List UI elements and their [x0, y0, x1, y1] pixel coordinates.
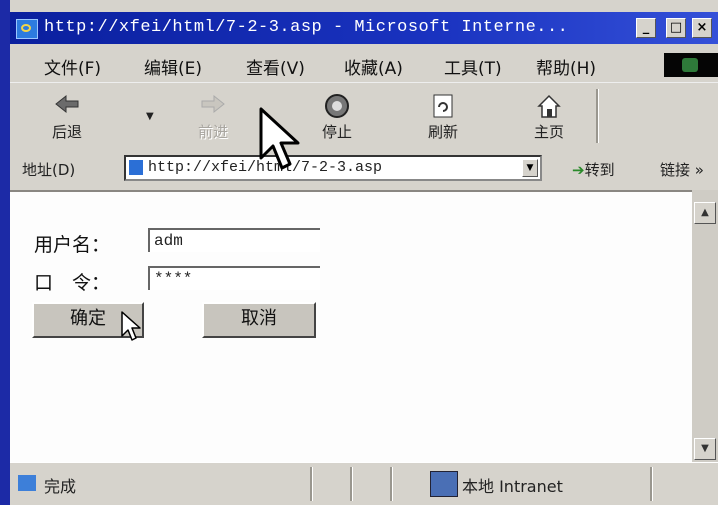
home-label: 主页	[533, 123, 564, 141]
go-label: 转到	[584, 161, 615, 179]
scroll-up-icon[interactable]: ▲	[694, 202, 716, 224]
menu-help[interactable]: 帮助(H)	[536, 54, 596, 79]
toolbar-separator	[596, 89, 599, 143]
page-done-icon	[18, 475, 36, 491]
home-icon	[537, 94, 561, 118]
forward-label: 前进	[197, 123, 228, 141]
menu-view[interactable]: 查看(V)	[246, 54, 305, 79]
stop-button[interactable]: 停止	[302, 83, 372, 147]
address-label: 地址(D)	[22, 161, 76, 179]
browser-window: http://xfei/html/7-2-3.asp - Microsoft I…	[0, 0, 718, 505]
close-button[interactable]: ×	[692, 18, 712, 38]
intranet-zone-icon	[430, 471, 458, 497]
page-content: 用户名： 口 令： 确定 取消	[10, 190, 692, 462]
forward-button[interactable]: 前进	[178, 83, 248, 147]
status-text: 完成	[44, 477, 77, 496]
status-bar: 完成 本地 Intranet	[10, 462, 718, 505]
address-input[interactable]: http://xfei/html/7-2-3.asp ▼	[124, 155, 542, 181]
username-input[interactable]	[148, 228, 320, 252]
back-dropdown-icon[interactable]: ▼	[146, 111, 154, 122]
security-zone-label: 本地 Intranet	[462, 477, 563, 496]
username-label: 用户名：	[34, 234, 111, 256]
menu-edit[interactable]: 编辑(E)	[144, 54, 202, 79]
refresh-icon	[433, 94, 453, 118]
forward-arrow-icon	[201, 94, 225, 114]
back-arrow-icon	[55, 94, 79, 114]
back-label: 后退	[51, 123, 82, 141]
menu-bar: 文件(F) 编辑(E) 查看(V) 收藏(A) 工具(T) 帮助(H)	[10, 48, 718, 80]
window-title: http://xfei/html/7-2-3.asp - Microsoft I…	[44, 18, 569, 37]
menu-tools[interactable]: 工具(T)	[444, 54, 502, 79]
vertical-scrollbar[interactable]: ▲ ▼	[692, 190, 718, 462]
refresh-button[interactable]: 刷新	[408, 83, 478, 147]
address-bar: 地址(D) http://xfei/html/7-2-3.asp ▼ ➔转到 链…	[10, 148, 718, 188]
toolbar: 后退 ▼ 前进 停止 刷新 主页	[10, 82, 718, 149]
windows-logo-icon	[664, 53, 718, 77]
go-arrow-icon: ➔	[572, 161, 585, 179]
stop-icon	[325, 94, 349, 118]
refresh-label: 刷新	[427, 123, 458, 141]
back-button[interactable]: 后退	[32, 83, 102, 147]
password-label: 口 令：	[34, 272, 111, 294]
scroll-down-icon[interactable]: ▼	[694, 438, 716, 460]
cancel-button[interactable]: 取消	[202, 302, 316, 338]
go-button[interactable]: ➔转到	[572, 159, 615, 180]
ie-logo-icon	[16, 19, 38, 39]
status-separator	[350, 467, 353, 501]
home-button[interactable]: 主页	[514, 83, 584, 147]
title-bar[interactable]: http://xfei/html/7-2-3.asp - Microsoft I…	[10, 12, 718, 44]
status-separator	[650, 467, 653, 501]
minimize-button[interactable]: _	[636, 18, 656, 38]
small-mouse-cursor-icon	[121, 311, 141, 341]
page-favicon-icon	[129, 160, 143, 175]
links-button[interactable]: 链接 »	[660, 159, 704, 180]
status-separator	[310, 467, 313, 501]
menu-favorites[interactable]: 收藏(A)	[344, 54, 403, 79]
address-dropdown-icon[interactable]: ▼	[522, 159, 538, 177]
status-separator	[390, 467, 393, 501]
password-input[interactable]	[148, 266, 320, 290]
large-mouse-cursor-icon	[259, 107, 300, 170]
maximize-button[interactable]: □	[666, 18, 686, 38]
menu-file[interactable]: 文件(F)	[44, 54, 101, 79]
stop-label: 停止	[321, 123, 352, 141]
